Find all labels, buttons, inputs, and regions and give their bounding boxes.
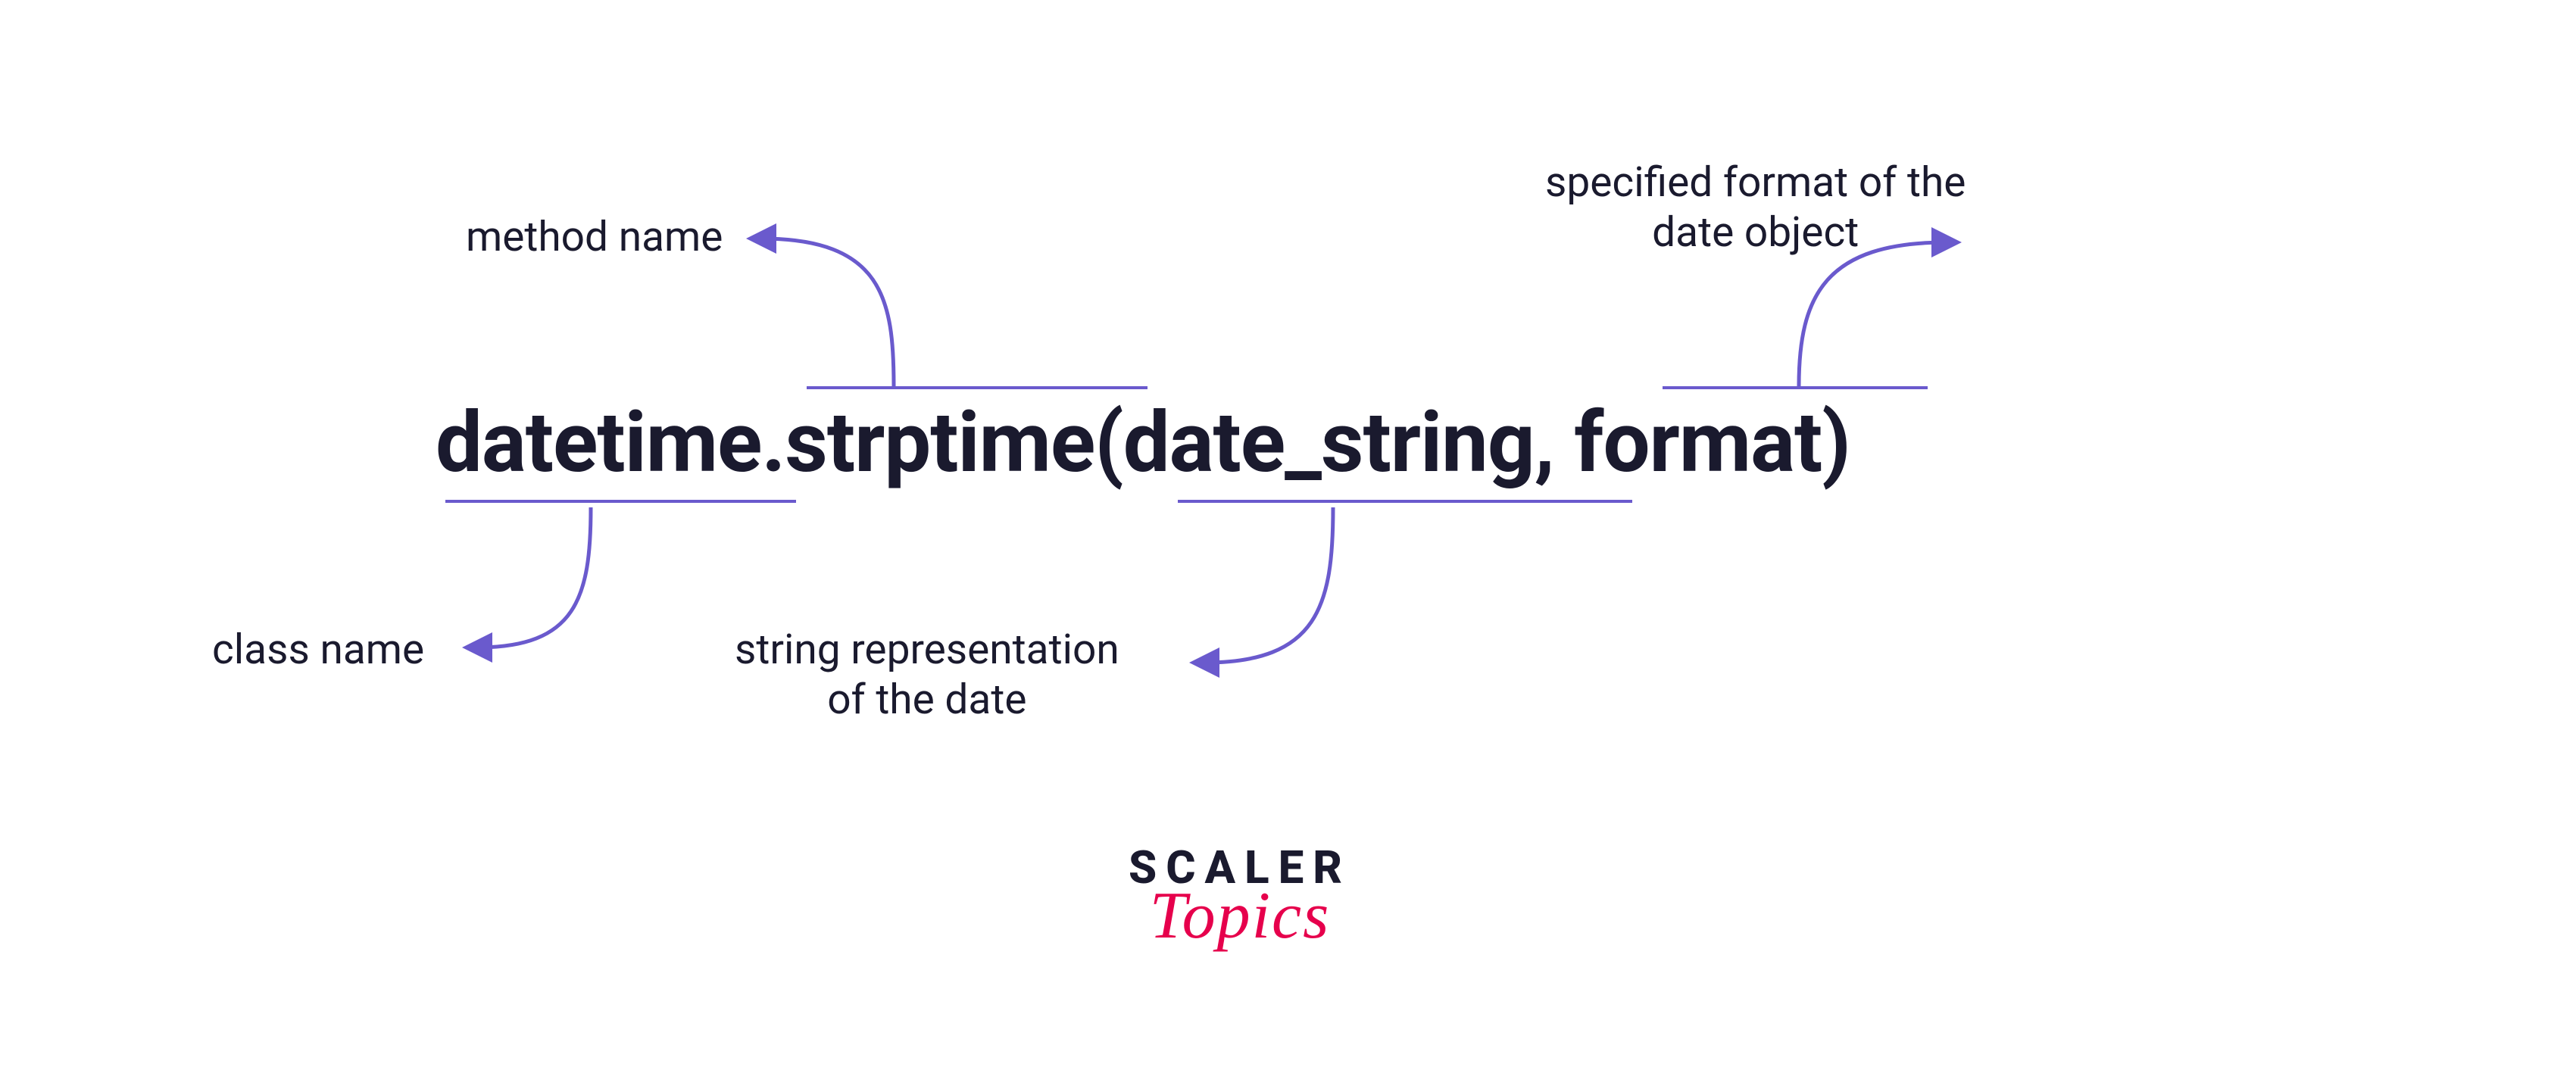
label-string-repr-line1: string representation	[735, 625, 1119, 675]
label-string-repr-line2: of the date	[735, 675, 1119, 725]
label-method-name: method name	[466, 212, 723, 262]
logo-topics: Topics	[1129, 878, 1351, 954]
logo: SCALER Topics	[1129, 841, 1351, 954]
arrow-method-name	[738, 216, 935, 390]
syntax-expression: datetime.strptime(date_string, format)	[436, 394, 1850, 491]
arrow-format	[1780, 204, 1977, 390]
label-format-line1: specified format of the	[1545, 158, 1966, 207]
label-string-repr: string representation of the date	[735, 625, 1119, 725]
arrow-class-name	[454, 500, 651, 659]
label-class-name: class name	[212, 625, 424, 675]
arrow-string-repr	[1182, 500, 1394, 674]
